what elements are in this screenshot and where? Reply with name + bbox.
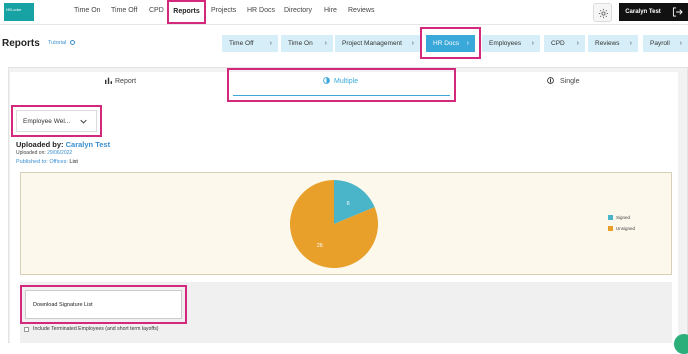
page-title: Reports [2,38,40,49]
tab-project-management[interactable]: Project Management › [335,35,420,52]
legend-item-unsigned: Unsigned [608,226,636,232]
uploaded-on-date: 29/06/2022 [47,150,73,156]
tutorial-label: Tutorial [48,40,67,46]
nav-item-hire[interactable]: Hire [324,7,337,14]
legend-label: Unsigned [616,226,636,231]
single-icon [547,77,554,84]
include-terminated-checkbox[interactable] [24,327,29,332]
tab-reviews[interactable]: Reviews › [588,35,638,52]
uploaded-by-label: Uploaded by: [16,140,64,149]
info-icon [70,40,76,46]
include-terminated-label: Include Terminated Employees (and short … [33,326,159,332]
tab-cpd[interactable]: CPD › [544,35,585,52]
highlight-hr-docs [420,27,481,59]
tab-label: Reviews [595,40,620,47]
chevron-right-icon: › [576,40,579,47]
uploaded-by-name[interactable]: Caralyn Test [66,140,110,149]
published-to: Published to: Offices: List [16,159,78,165]
nav-item-cpd[interactable]: CPD [149,7,164,14]
legend-swatch [608,226,613,232]
chevron-down-icon [80,119,87,124]
tab-label: Employees [489,40,522,47]
half-circle-icon [323,77,330,84]
nav-item-reviews[interactable]: Reviews [348,7,374,14]
chevron-right-icon: › [629,40,632,47]
tab-time-on[interactable]: Time On › [281,35,333,52]
pie-data-label: 26 [317,243,323,249]
nav-item-time-off[interactable]: Time Off [111,7,137,14]
nav-item-directory[interactable]: Directory [284,7,312,14]
view-option-label: Single [560,78,580,85]
legend-item-signed: Signed [608,215,631,221]
chevron-right-icon: › [531,40,534,47]
nav-item-hr-docs[interactable]: HR Docs [247,7,275,14]
tab-label: Payroll [650,40,670,47]
legend-swatch [608,215,613,221]
tab-time-off[interactable]: Time Off › [222,35,278,52]
logout-icon [672,7,683,17]
tutorial-link[interactable]: Tutorial [48,40,76,46]
chevron-right-icon: › [269,40,272,47]
logo[interactable]: HRLocker [4,3,34,21]
download-signature-list-button[interactable]: Download Signature List [25,290,182,319]
uploaded-by: Uploaded by: Caralyn Test [16,140,110,149]
tab-label: Project Management [342,40,402,47]
published-list-link[interactable]: List [69,159,78,165]
tab-employees[interactable]: Employees › [482,35,540,52]
chevron-right-icon: › [679,40,682,47]
logo-text: HRLocker [6,8,22,12]
top-nav: HRLocker Time On Time Off CPD Reports Pr… [0,0,688,25]
document-select[interactable]: Employee Wel... [16,110,97,132]
chart-container: 6 26 Signed Unsigned [20,172,672,275]
tab-label: CPD [551,40,565,47]
uploaded-on-label: Uploaded on: [16,150,46,156]
gear-icon [598,8,609,19]
tab-label: Time Off [229,40,254,47]
view-option-label: Report [115,78,137,85]
bar-chart-icon [105,77,112,84]
selected-underline [233,95,450,96]
nav-item-reports[interactable]: Reports [167,0,206,24]
published-label: Published to: Offices: [16,159,68,165]
pie-data-label: 6 [347,201,350,207]
view-option-report[interactable]: Report [105,77,136,85]
view-option-multiple[interactable]: Multiple [323,77,358,85]
logout-button[interactable] [667,3,688,21]
nav-item-projects[interactable]: Projects [211,7,236,14]
chevron-right-icon: › [324,40,327,47]
view-option-single[interactable]: Single [547,77,579,85]
tab-payroll[interactable]: Payroll › [643,35,688,52]
pie-chart: 6 26 [289,180,378,268]
legend-label: Signed [616,215,631,220]
view-option-label: Multiple [334,78,359,85]
settings-button[interactable] [593,3,612,22]
tab-label: Time On [288,40,313,47]
document-select-value: Employee Wel... [23,118,71,125]
chevron-right-icon: › [411,40,414,47]
nav-item-time-on[interactable]: Time On [74,7,101,14]
help-chat-button[interactable] [674,334,688,354]
uploaded-on: Uploaded on: 29/06/2022 [16,150,72,156]
user-menu-button[interactable]: Caralyn Test [619,3,667,21]
